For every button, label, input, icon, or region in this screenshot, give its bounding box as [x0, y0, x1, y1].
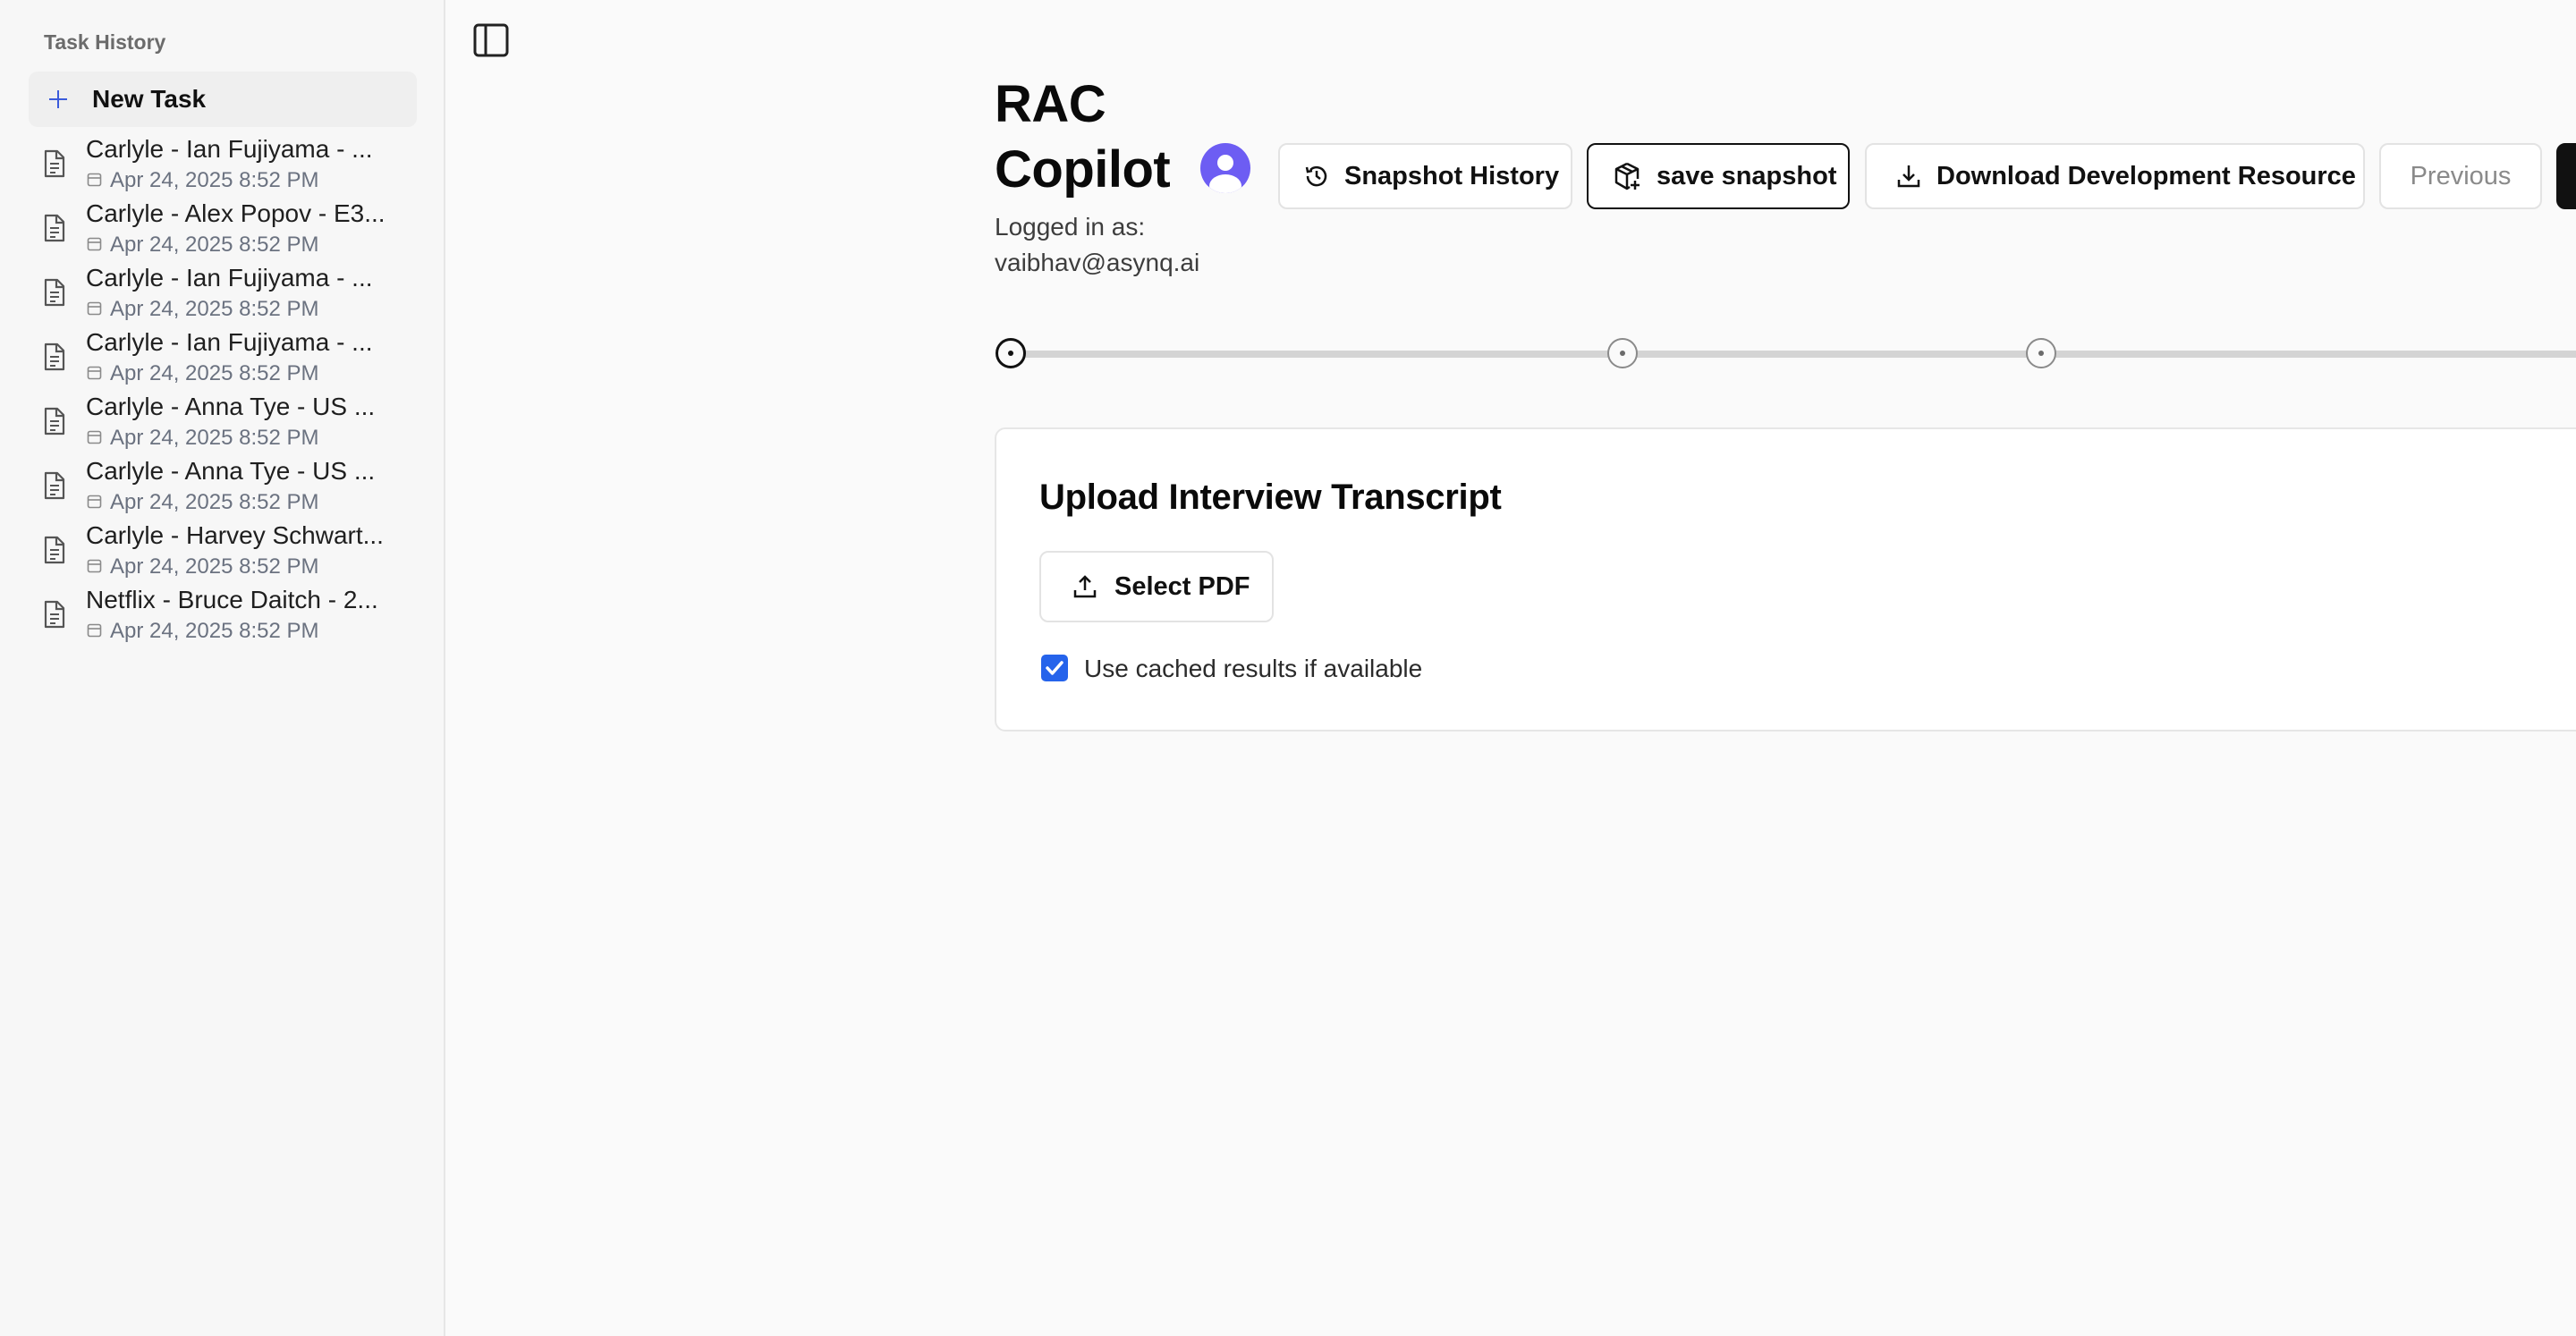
snapshot-history-button[interactable]: Snapshot History [1278, 143, 1572, 209]
logged-in-info: Logged in as: vaibhav@asynq.ai [995, 209, 1227, 281]
package-plus-icon [1614, 162, 1640, 190]
task-date: Apr 24, 2025 8:52 PM [110, 490, 319, 514]
calendar-icon [87, 366, 102, 380]
task-date: Apr 24, 2025 8:52 PM [110, 426, 319, 450]
calendar-icon [87, 237, 102, 251]
task-name: Carlyle - Ian Fujiyama - ... [86, 328, 373, 356]
task-history-item[interactable]: Carlyle - Anna Tye - US ... Apr 24, 2025 … [0, 390, 444, 454]
user-email: vaibhav@asynq.ai [995, 249, 1200, 276]
task-history-item[interactable]: Carlyle - Ian Fujiyama - ... Apr 24, 2025… [0, 261, 444, 326]
document-icon [44, 149, 65, 178]
document-icon [44, 214, 65, 242]
upload-icon [1073, 575, 1097, 598]
calendar-icon [87, 623, 102, 638]
step-2-indicator[interactable] [1607, 338, 1638, 368]
use-cached-checkbox[interactable] [1041, 655, 1068, 681]
sidebar-toggle-icon[interactable] [472, 21, 510, 59]
task-date: Apr 24, 2025 8:52 PM [110, 168, 319, 192]
task-history-item[interactable]: Carlyle - Anna Tye - US ... Apr 24, 2025 … [0, 454, 444, 519]
use-cached-label[interactable]: Use cached results if available [1084, 655, 1422, 683]
save-snapshot-button[interactable]: save snapshot [1587, 143, 1850, 209]
previous-label: Previous [2410, 161, 2512, 190]
checkmark-icon [1046, 661, 1063, 675]
logged-in-label: Logged in as: [995, 213, 1146, 241]
document-icon [44, 600, 65, 629]
save-snapshot-label: save snapshot [1657, 161, 1837, 190]
task-name: Carlyle - Anna Tye - US ... [86, 393, 376, 420]
task-history-item[interactable]: Carlyle - Harvey Schwart... Apr 24, 2025 … [0, 519, 444, 583]
task-name: Carlyle - Alex Popov - E3... [86, 199, 386, 227]
select-pdf-button[interactable]: Select PDF [1039, 551, 1274, 622]
download-resource-button[interactable]: Download Development Resource [1865, 143, 2365, 209]
step-3-indicator[interactable] [2026, 338, 2056, 368]
task-history-item[interactable]: Carlyle - Alex Popov - E3... Apr 24, 2025… [0, 197, 444, 261]
calendar-icon [87, 301, 102, 316]
snapshot-history-label: Snapshot History [1344, 161, 1560, 190]
step-1-indicator[interactable] [996, 338, 1026, 368]
calendar-icon [87, 173, 102, 187]
previous-button[interactable]: Previous [2379, 143, 2542, 209]
document-icon [44, 407, 65, 435]
upload-transcript-card: Upload Interview Transcript Select PDF U… [995, 427, 2576, 731]
calendar-icon [87, 559, 102, 573]
select-pdf-label: Select PDF [1114, 571, 1250, 601]
task-date: Apr 24, 2025 8:52 PM [110, 619, 319, 643]
task-history-item[interactable]: Carlyle - Ian Fujiyama - ... Apr 24, 2025… [0, 132, 444, 197]
plus-icon [45, 86, 72, 113]
user-icon [1209, 155, 1241, 193]
download-resource-label: Download Development Resource [1936, 161, 2356, 190]
sidebar-title: Task History [44, 30, 166, 54]
task-date: Apr 24, 2025 8:52 PM [110, 361, 319, 385]
upload-card-title: Upload Interview Transcript [1039, 478, 1502, 517]
task-history-item[interactable]: Netflix - Bruce Daitch - 2... Apr 24, 202… [0, 583, 444, 647]
calendar-icon [87, 495, 102, 509]
task-date: Apr 24, 2025 8:52 PM [110, 297, 319, 321]
avatar[interactable] [1200, 143, 1250, 193]
page-title: RAC Copilot [995, 75, 1171, 199]
calendar-icon [87, 430, 102, 444]
task-date: Apr 24, 2025 8:52 PM [110, 233, 319, 257]
task-history-sidebar: Task History New Task Carlyle - Ian Fuji… [0, 0, 445, 1336]
task-date: Apr 24, 2025 8:52 PM [110, 554, 319, 579]
task-history-item[interactable]: Carlyle - Ian Fujiyama - ... Apr 24, 2025… [0, 326, 444, 390]
task-name: Carlyle - Ian Fujiyama - ... [86, 135, 373, 163]
document-icon [44, 278, 65, 307]
new-task-button[interactable]: New Task [29, 72, 417, 127]
document-icon [44, 536, 65, 564]
download-icon [1897, 165, 1920, 188]
new-task-label: New Task [92, 85, 207, 113]
next-button[interactable] [2556, 143, 2576, 209]
task-list: Carlyle - Ian Fujiyama - ... Apr 24, 2025… [0, 132, 444, 647]
task-name: Carlyle - Harvey Schwart... [86, 521, 384, 549]
progress-stepper-track [1011, 351, 2576, 358]
task-name: Carlyle - Ian Fujiyama - ... [86, 264, 373, 292]
document-icon [44, 342, 65, 371]
task-name: Carlyle - Anna Tye - US ... [86, 457, 376, 485]
history-icon [1305, 165, 1327, 187]
task-name: Netflix - Bruce Daitch - 2... [86, 586, 378, 613]
document-icon [44, 471, 65, 500]
